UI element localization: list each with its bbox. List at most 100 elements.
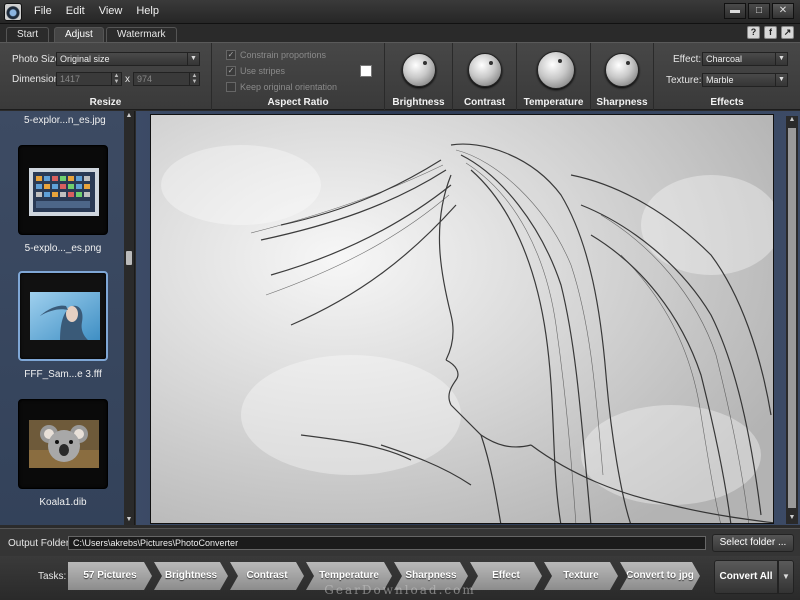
thumbnail-name: Koala1.dib <box>39 497 87 508</box>
site-watermark: GearDownload.com <box>324 583 476 597</box>
menu-edit[interactable]: Edit <box>66 5 95 17</box>
height-value: 974 <box>137 74 153 84</box>
help-icon[interactable]: ? <box>747 26 760 39</box>
scrollbar-thumb[interactable] <box>126 251 132 265</box>
convert-dropdown-icon[interactable]: ▼ <box>778 560 794 594</box>
menu-file[interactable]: File <box>34 5 62 17</box>
dimension-x-label: x <box>125 74 130 85</box>
image-preview[interactable] <box>150 114 774 524</box>
contrast-knob[interactable] <box>468 53 502 87</box>
app-camera-icon[interactable] <box>4 3 22 21</box>
sharpness-knob[interactable] <box>605 53 639 87</box>
orientation-label: Keep original orientation <box>240 82 338 92</box>
stripe-color-swatch[interactable] <box>360 65 372 77</box>
stepper-arrows-icon[interactable]: ▲ ▼ <box>189 73 199 85</box>
scroll-down-icon[interactable]: ▼ <box>124 515 134 525</box>
resize-section: Photo Size: Original size ▼ Dimension: 1… <box>0 43 212 111</box>
thumbnail-panel: 5-explor...n_es.jpg 5-explo..._es.png FF… <box>0 111 135 525</box>
thumbnail-frame[interactable] <box>18 271 108 361</box>
task-step-convert[interactable]: Convert to jpg <box>620 562 700 590</box>
scrollbar-thumb[interactable] <box>788 128 796 508</box>
thumbnail-item[interactable]: 5-explo..._es.png <box>18 145 108 254</box>
thumbnail-frame[interactable] <box>18 145 108 235</box>
output-folder-label: Output Folder: <box>8 538 72 549</box>
task-step-pictures[interactable]: 57 Pictures <box>68 562 152 590</box>
tab-adjust[interactable]: Adjust <box>54 27 104 42</box>
portrait-thumbnail-image <box>30 292 100 340</box>
resize-title: Resize <box>89 97 122 108</box>
photo-size-select[interactable]: Original size ▼ <box>56 52 200 66</box>
output-folder-input[interactable]: C:\Users\akrebs\Pictures\PhotoConverter <box>68 536 706 550</box>
thumbnail-item[interactable]: Koala1.dib <box>18 399 108 508</box>
menu-bar: File Edit View Help <box>34 5 173 17</box>
chevron-down-icon: ▼ <box>775 53 787 65</box>
screenshot-thumbnail-image <box>29 168 99 216</box>
sharpness-title: Sharpness <box>596 97 648 108</box>
thumbnail-frame[interactable] <box>18 399 108 489</box>
maximize-button[interactable]: □ <box>748 3 770 19</box>
thumbnail-item-selected[interactable]: FFF_Sam...e 3.fff <box>18 271 108 380</box>
tab-strip: Start Adjust Watermark ? f ↗ <box>0 24 800 42</box>
constrain-label: Constrain proportions <box>240 50 327 60</box>
check-icon: ✓ <box>226 50 236 60</box>
constrain-checkbox[interactable]: ✓ Constrain proportions <box>226 50 326 60</box>
facebook-icon[interactable]: f <box>764 26 777 39</box>
task-step-brightness[interactable]: Brightness <box>154 562 228 590</box>
temperature-knob[interactable] <box>537 51 575 89</box>
check-icon: ✓ <box>226 66 236 76</box>
effect-value: Charcoal <box>706 54 743 64</box>
scroll-up-icon[interactable]: ▲ <box>124 111 134 121</box>
texture-select[interactable]: Marble ▼ <box>702 73 788 87</box>
orientation-checkbox[interactable]: Keep original orientation <box>226 82 337 92</box>
close-button[interactable]: ✕ <box>772 3 794 19</box>
tab-icons: ? f ↗ <box>747 26 794 39</box>
dimension-label: Dimension: <box>12 74 63 85</box>
effects-section: Effect: Charcoal ▼ Texture: Marble ▼ Eff… <box>654 43 800 111</box>
scroll-up-icon[interactable]: ▲ <box>786 116 798 126</box>
thumbnail-name: FFF_Sam...e 3.fff <box>24 369 102 380</box>
convert-all-button[interactable]: Convert All <box>714 560 778 594</box>
aspect-title: Aspect Ratio <box>267 97 329 108</box>
title-bar: File Edit View Help ▬ □ ✕ <box>0 0 800 24</box>
preview-scrollbar[interactable]: ▲ ▼ <box>786 116 798 524</box>
checkbox-empty-icon <box>226 82 236 92</box>
stripes-label: Use stripes <box>240 66 286 76</box>
output-folder-bar: Output Folder: C:\Users\akrebs\Pictures\… <box>0 528 800 556</box>
contrast-title: Contrast <box>463 97 506 108</box>
chevron-down-icon: ▼ <box>775 74 787 86</box>
task-step-contrast[interactable]: Contrast <box>230 562 304 590</box>
tab-watermark[interactable]: Watermark <box>106 27 177 42</box>
thumbnail-scrollbar[interactable]: ▲ ▼ <box>124 111 134 525</box>
menu-help[interactable]: Help <box>136 5 169 17</box>
stepper-arrows-icon[interactable]: ▲ ▼ <box>111 73 121 85</box>
texture-value: Marble <box>706 75 734 85</box>
brightness-section: Brightness <box>385 43 453 111</box>
task-step-texture[interactable]: Texture <box>544 562 618 590</box>
menu-view[interactable]: View <box>99 5 133 17</box>
window-controls: ▬ □ ✕ <box>724 3 794 19</box>
scroll-down-icon[interactable]: ▼ <box>786 514 798 524</box>
contrast-section: Contrast <box>453 43 517 111</box>
width-stepper[interactable]: 1417 ▲ ▼ <box>56 72 122 86</box>
height-stepper[interactable]: 974 ▲ ▼ <box>133 72 200 86</box>
aspect-section: ✓ Constrain proportions ✓ Use stripes Ke… <box>212 43 385 111</box>
charcoal-portrait-image <box>151 115 773 523</box>
sharpness-section: Sharpness <box>591 43 654 111</box>
thumbnail-top-name[interactable]: 5-explor...n_es.jpg <box>24 115 106 126</box>
effects-title: Effects <box>710 97 744 108</box>
adjust-toolbar: Photo Size: Original size ▼ Dimension: 1… <box>0 42 800 111</box>
chevron-down-icon: ▼ <box>187 53 199 65</box>
koala-thumbnail-image <box>29 420 99 468</box>
tab-start[interactable]: Start <box>6 27 50 42</box>
brightness-knob[interactable] <box>402 53 436 87</box>
temperature-title: Temperature <box>523 97 584 108</box>
texture-label: Texture: <box>666 75 702 86</box>
effect-select[interactable]: Charcoal ▼ <box>702 52 788 66</box>
stripes-checkbox[interactable]: ✓ Use stripes <box>226 66 285 76</box>
width-value: 1417 <box>60 74 81 84</box>
minimize-button[interactable]: ▬ <box>724 3 746 19</box>
photo-size-value: Original size <box>60 54 110 64</box>
share-icon[interactable]: ↗ <box>781 26 794 39</box>
temperature-section: Temperature <box>517 43 591 111</box>
select-folder-button[interactable]: Select folder ... <box>712 534 794 552</box>
